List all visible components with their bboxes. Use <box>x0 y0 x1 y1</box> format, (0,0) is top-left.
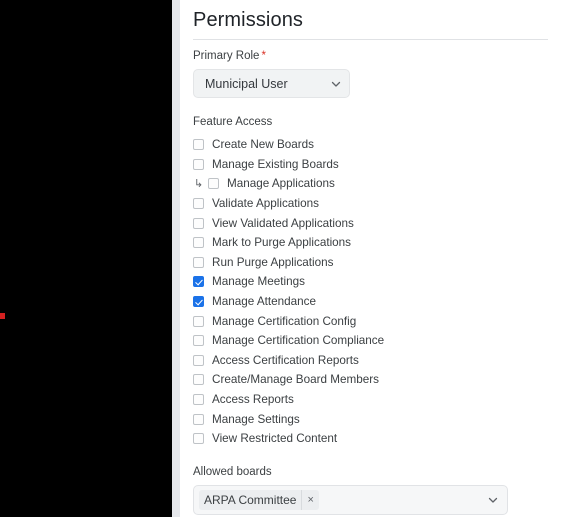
checkbox-unchecked-icon[interactable] <box>193 315 204 327</box>
feature-access-row[interactable]: Manage Certification Config <box>193 311 553 331</box>
checkbox-checked-icon[interactable] <box>193 276 204 288</box>
chevron-down-icon <box>330 78 342 90</box>
feature-access-label-text: Manage Certification Config <box>212 314 357 328</box>
checkbox-unchecked-icon[interactable] <box>193 354 204 366</box>
feature-access-label-text: Manage Existing Boards <box>212 157 339 171</box>
checkbox-unchecked-icon[interactable] <box>193 413 204 425</box>
feature-access-row[interactable]: Mark to Purge Applications <box>193 233 553 253</box>
checkbox-unchecked-icon[interactable] <box>193 217 204 229</box>
feature-access-label-text: Manage Applications <box>227 177 335 191</box>
checkbox-unchecked-icon[interactable] <box>208 178 219 190</box>
red-marker-dot <box>0 313 5 319</box>
feature-access-row[interactable]: View Validated Applications <box>193 213 553 233</box>
checkbox-unchecked-icon[interactable] <box>193 335 204 347</box>
feature-access-row[interactable]: View Restricted Content <box>193 429 553 449</box>
chevron-down-icon <box>487 494 499 506</box>
feature-access-label-text: Manage Attendance <box>212 295 316 309</box>
checkbox-unchecked-icon[interactable] <box>193 237 204 249</box>
allowed-boards-label: Allowed boards <box>193 465 272 478</box>
primary-role-select[interactable]: Municipal User <box>193 69 350 98</box>
feature-access-label-text: View Restricted Content <box>212 432 338 446</box>
feature-access-label-text: Access Reports <box>212 393 294 407</box>
checkbox-unchecked-icon[interactable] <box>193 394 204 406</box>
checkbox-unchecked-icon[interactable] <box>193 374 204 386</box>
feature-access-label-text: Validate Applications <box>212 197 319 211</box>
feature-access-row[interactable]: ↳ Manage Applications <box>193 174 553 194</box>
board-chip-label: ARPA Committee <box>204 492 297 507</box>
required-asterisk: * <box>261 50 266 62</box>
feature-access-label-text: Create/Manage Board Members <box>212 373 379 387</box>
primary-role-label-text: Primary Role <box>193 50 260 62</box>
app-screenshot: Permissions Primary Role * Municipal User… <box>0 0 563 517</box>
checkbox-unchecked-icon[interactable] <box>193 139 204 151</box>
checkbox-unchecked-icon[interactable] <box>193 433 204 445</box>
feature-access-label-text: View Validated Applications <box>212 216 354 230</box>
close-icon[interactable]: × <box>301 489 318 510</box>
feature-access-row[interactable]: Manage Certification Compliance <box>193 331 553 351</box>
feature-access-label-text: Manage Meetings <box>212 275 305 289</box>
permissions-panel: Permissions Primary Role * Municipal User… <box>180 0 563 517</box>
subitem-arrow-icon: ↳ <box>194 177 204 190</box>
feature-access-label-text: Manage Certification Compliance <box>212 334 385 348</box>
feature-access-label-text: Run Purge Applications <box>212 255 334 269</box>
allowed-boards-select[interactable]: ARPA Committee × <box>193 484 508 515</box>
feature-access-row[interactable]: Manage Existing Boards <box>193 155 553 175</box>
feature-access-label-text: Create New Boards <box>212 138 314 152</box>
checkbox-unchecked-icon[interactable] <box>193 198 204 210</box>
feature-access-label-text: Manage Settings <box>212 412 300 426</box>
feature-access-row[interactable]: Run Purge Applications <box>193 253 553 273</box>
feature-access-row[interactable]: Access Certification Reports <box>193 351 553 371</box>
panel-gutter <box>172 0 180 517</box>
feature-access-row[interactable]: Access Reports <box>193 390 553 410</box>
board-chip[interactable]: ARPA Committee × <box>199 489 319 510</box>
checkbox-unchecked-icon[interactable] <box>193 256 204 268</box>
feature-access-row[interactable]: Validate Applications <box>193 194 553 214</box>
primary-role-selected-value: Municipal User <box>205 76 288 91</box>
feature-access-row[interactable]: Manage Meetings <box>193 272 553 292</box>
feature-access-row[interactable]: Manage Attendance <box>193 292 553 312</box>
checkbox-unchecked-icon[interactable] <box>193 158 204 170</box>
feature-access-list: Create New Boards Manage Existing Boards ↳… <box>193 135 553 449</box>
feature-access-label-text: Mark to Purge Applications <box>212 236 352 250</box>
left-dark-region <box>0 0 172 517</box>
feature-access-label-text: Access Certification Reports <box>212 353 359 367</box>
primary-role-label: Primary Role * <box>193 40 553 63</box>
page-title: Permissions <box>193 9 304 31</box>
feature-access-row[interactable]: Manage Settings <box>193 409 553 429</box>
checkbox-checked-icon[interactable] <box>193 296 204 308</box>
feature-access-row[interactable]: Create New Boards <box>193 135 553 155</box>
feature-access-label: Feature Access <box>193 116 273 128</box>
feature-access-row[interactable]: Create/Manage Board Members <box>193 370 553 390</box>
